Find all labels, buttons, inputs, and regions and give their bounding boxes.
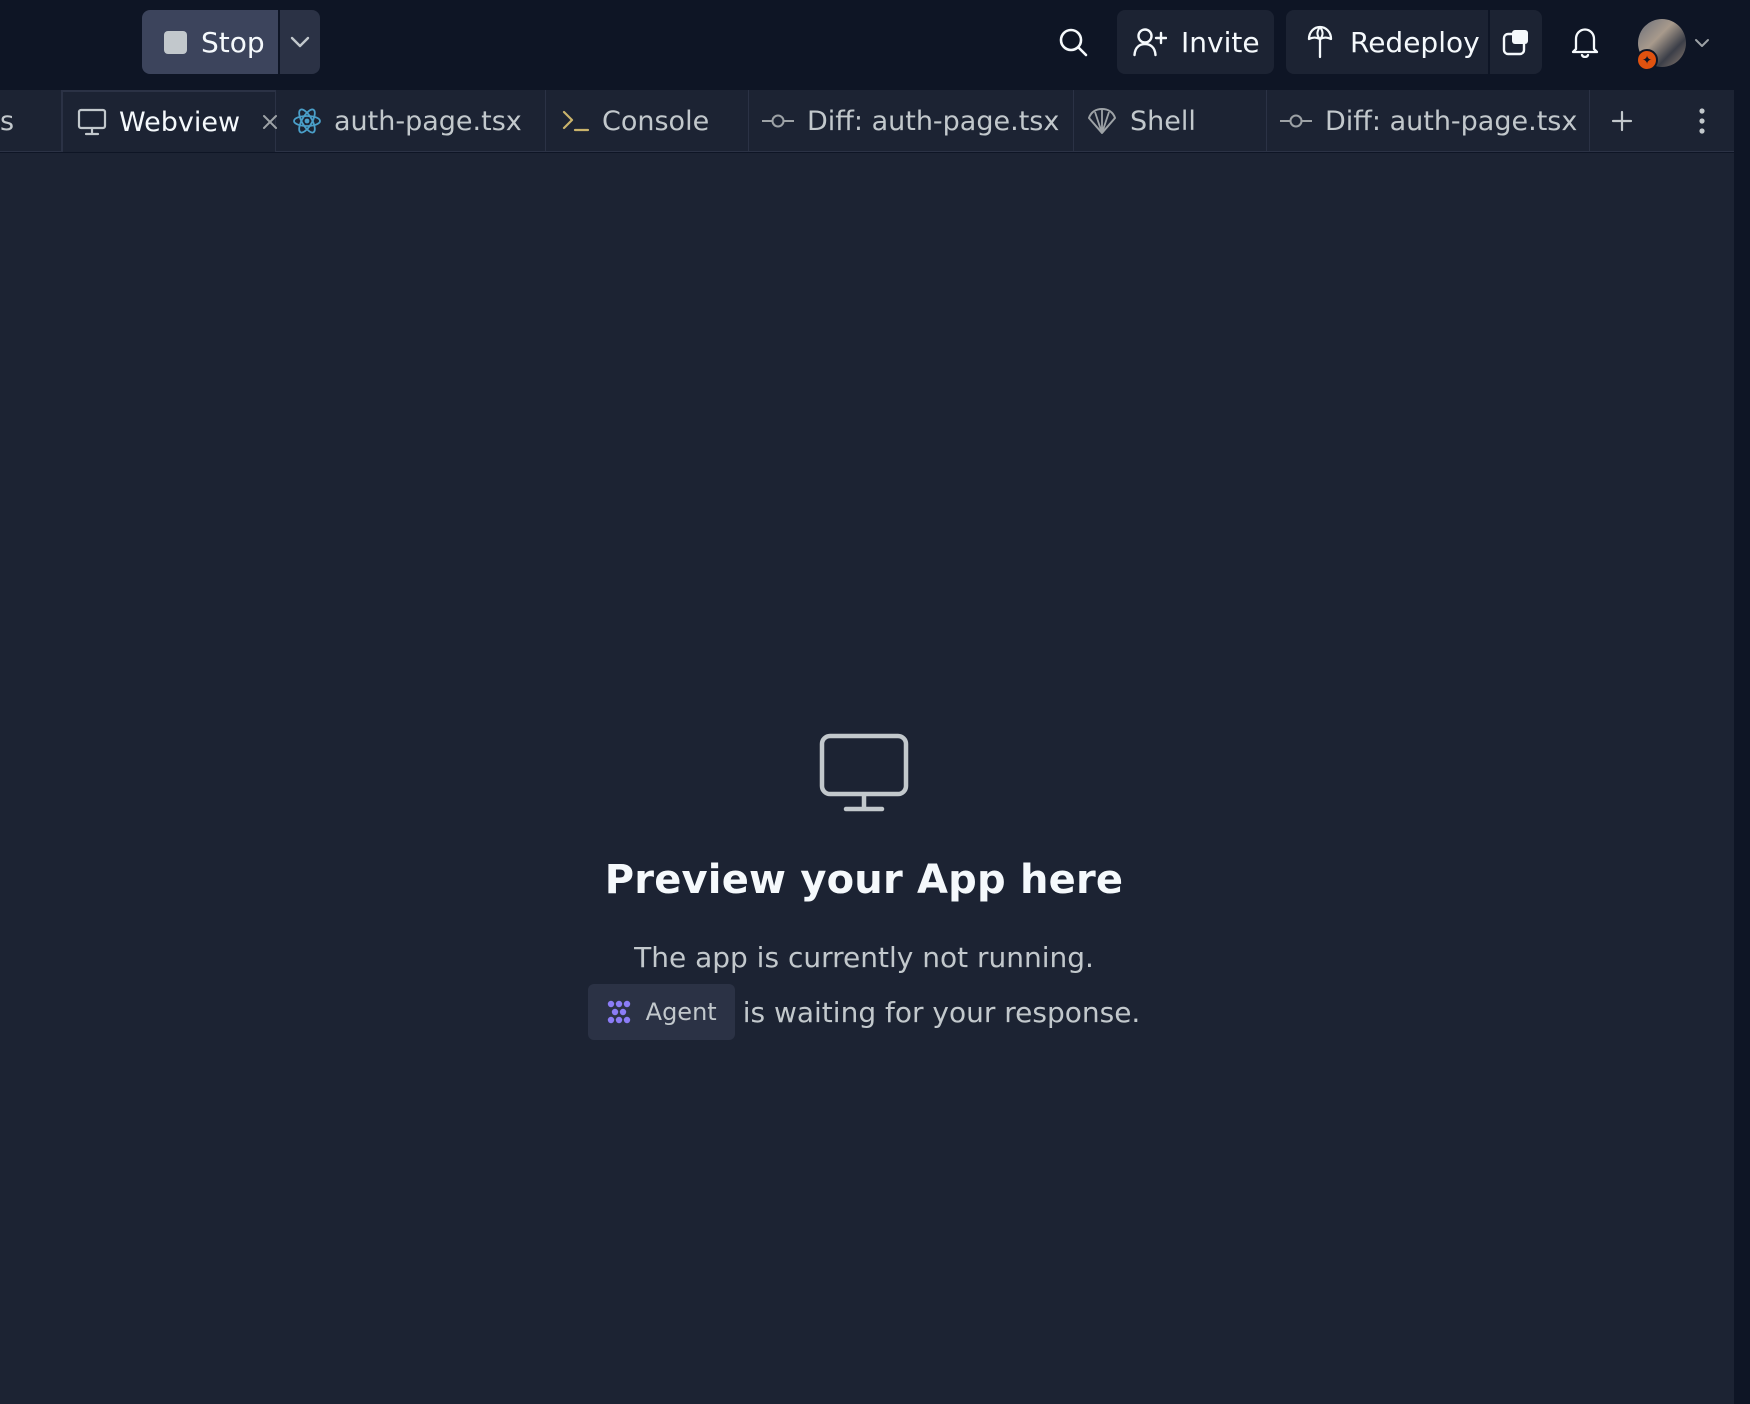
monitor-icon: [0, 733, 1728, 813]
tab-partial[interactable]: s: [0, 90, 62, 152]
chevron-down-icon: [290, 36, 310, 48]
search-icon: [1059, 28, 1088, 57]
git-commit-icon: [761, 112, 795, 130]
search-button[interactable]: [1050, 14, 1096, 70]
tab-shell[interactable]: Shell: [1074, 90, 1267, 152]
tab-label: Console: [602, 105, 710, 137]
git-commit-icon: [1279, 112, 1313, 130]
agent-label: Agent: [645, 998, 717, 1026]
notifications-button[interactable]: [1562, 14, 1608, 70]
stop-icon: [164, 30, 187, 54]
tab-label: Shell: [1130, 105, 1196, 137]
monitor-icon: [77, 108, 107, 136]
redeploy-label: Redeploy: [1350, 25, 1480, 59]
sparkle-badge-icon: ✦: [1636, 49, 1658, 71]
tab-label: Webview: [119, 106, 241, 138]
tab-label: auth-page.tsx: [334, 105, 522, 137]
tab-webview[interactable]: Webview: [62, 90, 278, 152]
agent-icon: [607, 1000, 630, 1024]
chevron-down-icon: [1695, 39, 1709, 47]
plus-icon: [1611, 110, 1633, 132]
stop-button[interactable]: Stop: [142, 10, 278, 74]
shell-icon: [1086, 106, 1118, 136]
tab-auth-page[interactable]: auth-page.tsx: [276, 90, 546, 152]
webview-panel: Preview your App here The app is current…: [0, 153, 1734, 1404]
agent-status-text: is waiting for your response.: [742, 995, 1141, 1029]
tab-label: Diff: auth-page.tsx: [1325, 105, 1578, 137]
invite-label: Invite: [1181, 25, 1260, 59]
add-user-icon: [1133, 28, 1167, 57]
agent-chip[interactable]: Agent: [587, 984, 735, 1040]
pane-divider[interactable]: [1734, 90, 1750, 1404]
redeploy-button[interactable]: Redeploy: [1286, 10, 1488, 74]
account-menu[interactable]: ✦: [1636, 18, 1720, 71]
stop-label: Stop: [201, 25, 265, 59]
agent-status-line: Agent is waiting for your response.: [0, 984, 1728, 1040]
run-options-dropdown[interactable]: [280, 10, 320, 74]
tab-label: Diff: auth-page.tsx: [807, 105, 1060, 137]
more-vertical-icon: [1699, 108, 1705, 134]
deployment-panel-button[interactable]: [1490, 10, 1542, 74]
app-status-text: The app is currently not running.: [634, 941, 1094, 974]
tab-diff-auth-page[interactable]: Diff: auth-page.tsx: [749, 90, 1074, 152]
empty-state-title: Preview your App here: [604, 857, 1124, 903]
invite-button[interactable]: Invite: [1117, 10, 1274, 74]
terminal-icon: [562, 109, 590, 133]
tab-options-button[interactable]: [1670, 90, 1734, 152]
top-bar: Stop Invite Redeploy ✦: [0, 0, 1750, 84]
avatar: ✦: [1636, 19, 1686, 71]
deploy-icon: [1307, 25, 1333, 59]
empty-state: Preview your App here The app is current…: [0, 733, 1728, 1040]
tab-label: s: [0, 105, 15, 137]
tab-console[interactable]: Console: [546, 90, 749, 152]
bell-icon: [1571, 28, 1599, 58]
new-tab-button[interactable]: [1590, 90, 1654, 152]
tab-diff-auth-page-2[interactable]: Diff: auth-page.tsx: [1267, 90, 1590, 152]
copy-window-icon: [1502, 30, 1528, 56]
run-control-group: Stop: [142, 10, 320, 74]
react-icon: [292, 106, 322, 136]
tab-bar: s Webview auth-page.tsx Console Diff: au…: [0, 90, 1734, 152]
